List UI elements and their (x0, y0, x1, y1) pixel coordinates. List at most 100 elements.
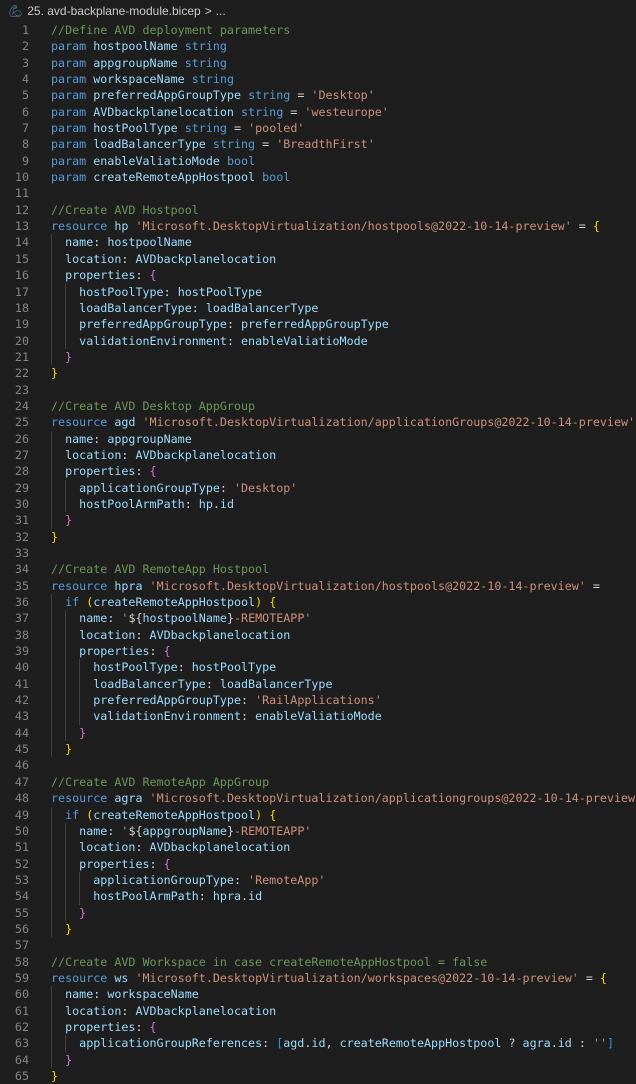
code-line[interactable]: 44 } (0, 724, 636, 742)
code-line[interactable]: 1 //Define AVD deployment parameters (0, 22, 636, 38)
code-line[interactable]: 61 location: AVDbackplanelocation (0, 1002, 636, 1019)
code-line[interactable]: 10 param createRemoteAppHostpool bool (0, 169, 636, 185)
code-line[interactable]: 33 (0, 545, 636, 561)
code-token: AVDbackplanelocation (135, 447, 277, 462)
code-token: 'Microsoft.DesktopVirtualization/workspa… (135, 970, 579, 985)
code-line[interactable]: 15 location: AVDbackplanelocation (0, 250, 636, 268)
code-line[interactable]: 53 applicationGroupType: 'RemoteApp' (0, 871, 636, 889)
code-line[interactable]: 20 validationEnvironment: enableValiatio… (0, 332, 636, 349)
code-line[interactable]: 19 preferredAppGroupType: preferredAppGr… (0, 316, 636, 333)
code-token: AVDbackplanelocation (135, 251, 277, 266)
code-text: applicationGroupType: 'Desktop' (51, 480, 297, 496)
code-token: name (65, 431, 94, 446)
code-line[interactable]: 62 properties: { (0, 1018, 636, 1036)
code-line[interactable]: 49 if (createRemoteAppHostpool) { (0, 806, 636, 823)
code-line[interactable]: 57 (0, 937, 636, 953)
code-line[interactable]: 36 if (createRemoteAppHostpool) { (0, 594, 636, 611)
code-token: id (557, 1036, 572, 1051)
code-line[interactable]: 6 param AVDbackplanelocation string = 'we… (0, 104, 636, 120)
code-line[interactable]: 60 name: workspaceName (0, 986, 636, 1003)
code-line[interactable]: 28 properties: { (0, 463, 636, 480)
code-line[interactable]: 26 name: appgroupName (0, 430, 636, 447)
code-token: : (135, 1019, 150, 1034)
code-line[interactable]: 43 validationEnvironment: enableValiatio… (0, 708, 636, 725)
code-line[interactable]: 7 param hostPoolType string = 'pooled' (0, 120, 636, 136)
code-line[interactable]: 34 //Create AVD RemoteApp Hostpool (0, 561, 636, 577)
code-line[interactable]: 12 //Create AVD Hostpool (0, 202, 636, 218)
code-token: : (198, 889, 213, 904)
code-line[interactable]: 42 preferredAppGroupType: 'RailApplicati… (0, 692, 636, 709)
code-line[interactable]: 2 param hostpoolName string (0, 38, 636, 54)
code-line[interactable]: 8 param loadBalancerType string = 'Breadt… (0, 136, 636, 152)
code-line[interactable]: 41 loadBalancerType: loadBalancerType (0, 675, 636, 693)
code-line[interactable]: 46 (0, 757, 636, 773)
code-line[interactable]: 51 location: AVDbackplanelocation (0, 839, 636, 856)
line-number: 15 (14, 251, 29, 266)
code-line[interactable]: 17 hostPoolType: hostPoolType (0, 283, 636, 300)
code-line[interactable]: 38 location: AVDbackplanelocation (0, 626, 636, 644)
code-line[interactable]: 5 param preferredAppGroupType string = 'D… (0, 87, 636, 103)
code-line[interactable]: 11 (0, 185, 636, 201)
code-token: param (51, 72, 87, 87)
code-line[interactable]: 56 } (0, 920, 636, 938)
code-token: string (184, 55, 227, 70)
line-number: 16 (14, 268, 29, 283)
code-token: string (184, 39, 227, 54)
code-text: name: '${appgroupName}-REMOTEAPP' (51, 823, 311, 839)
code-line[interactable]: 14 name: hostpoolName (0, 234, 636, 251)
code-line[interactable]: 48 resource agra 'Microsoft.DesktopVirtua… (0, 790, 636, 806)
breadcrumb[interactable]: 💪︎ 25. avd-backplane-module.bicep >... (0, 0, 636, 22)
code-text: validationEnvironment: enableValiatioMod… (51, 333, 368, 349)
line-number: 23 (14, 382, 29, 397)
code-token: hostPoolType (177, 284, 263, 299)
code-text: name: '${hostpoolName}-REMOTEAPP' (51, 610, 311, 626)
code-line[interactable]: 37 name: '${hostpoolName}-REMOTEAPP' (0, 610, 636, 627)
code-line[interactable]: 16 properties: { (0, 267, 636, 284)
code-line[interactable]: 52 properties: { (0, 855, 636, 872)
code-line[interactable]: 22} (0, 365, 636, 381)
code-line[interactable]: 54 hostPoolArmPath: hpra.id (0, 888, 636, 905)
code-line[interactable]: 30 hostPoolArmPath: hp.id (0, 495, 636, 513)
code-line[interactable]: 65} (0, 1068, 636, 1084)
code-line[interactable]: 31 } (0, 512, 636, 529)
code-line[interactable]: 24 //Create AVD Desktop AppGroup (0, 398, 636, 414)
code-line[interactable]: 29 applicationGroupType: 'Desktop' (0, 479, 636, 496)
code-line[interactable]: 55 } (0, 904, 636, 921)
code-line[interactable]: 9 param enableValiatioMode bool (0, 153, 636, 169)
code-line[interactable]: 40 hostPoolType: hostPoolType (0, 659, 636, 676)
code-line[interactable]: 39 properties: { (0, 643, 636, 660)
code-line[interactable]: 18 loadBalancerType: loadBalancerType (0, 299, 636, 317)
code-line[interactable]: 23 (0, 382, 636, 398)
line-number: 47 (14, 774, 29, 789)
code-line[interactable]: 64 } (0, 1051, 636, 1068)
code-editor[interactable]: 1 //Define AVD deployment parameters 2 para… (0, 22, 636, 1084)
code-line[interactable]: 25 resource agd 'Microsoft.DesktopVirtual… (0, 414, 636, 430)
code-token: 'pooled' (248, 121, 305, 136)
code-line[interactable]: 59 resource ws 'Microsoft.DesktopVirtuali… (0, 970, 636, 986)
code-line[interactable]: 58 //Create AVD Workspace in case createR… (0, 954, 636, 970)
code-line[interactable]: 21 } (0, 348, 636, 366)
line-number: 35 (14, 578, 29, 593)
line-number: 31 (14, 513, 29, 528)
code-token: resource (51, 791, 108, 806)
code-line[interactable]: 63 applicationGroupReferences: [agd.id, … (0, 1035, 636, 1052)
line-number: 28 (14, 464, 29, 479)
code-line[interactable]: 4 param workspaceName string (0, 71, 636, 87)
code-line[interactable]: 32} (0, 529, 636, 545)
code-line[interactable]: 3 param appgroupName string (0, 55, 636, 71)
code-token: : (226, 317, 242, 332)
code-line[interactable]: 47 //Create AVD RemoteApp AppGroup (0, 774, 636, 790)
code-line[interactable]: 13 resource hp 'Microsoft.DesktopVirtuali… (0, 218, 636, 234)
code-line[interactable]: 45 } (0, 741, 636, 758)
breadcrumb-more[interactable]: ... (216, 4, 226, 18)
code-line[interactable]: 27 location: AVDbackplanelocation (0, 446, 636, 464)
code-token: = (226, 121, 249, 136)
code-token: hpra (212, 889, 242, 904)
code-line[interactable]: 50 name: '${appgroupName}-REMOTEAPP' (0, 822, 636, 840)
code-line[interactable]: 35 resource hpra 'Microsoft.DesktopVirtua… (0, 578, 636, 594)
breadcrumb-file-name[interactable]: 25. avd-backplane-module.bicep (27, 4, 200, 18)
